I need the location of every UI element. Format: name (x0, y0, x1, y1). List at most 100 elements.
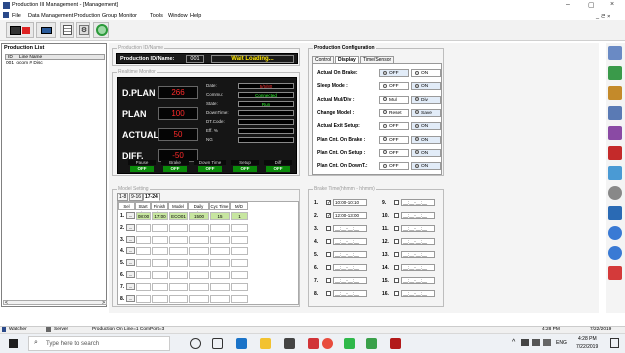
radio-icon[interactable] (383, 70, 387, 75)
horizontal-scrollbar[interactable]: < > (3, 300, 107, 306)
model-cell-md[interactable] (231, 223, 248, 232)
radio-icon[interactable] (383, 123, 387, 128)
model-cell-start[interactable]: 08:00 (136, 212, 151, 220)
model-cell-daily[interactable] (189, 294, 209, 303)
model-cell-cyc[interactable] (210, 294, 230, 303)
tray-volume-icon[interactable] (543, 339, 551, 346)
brake-time-field[interactable]: __:__-__:__ (333, 251, 367, 258)
radio-icon[interactable] (383, 97, 387, 102)
search-box[interactable]: ⌕ Type here to search (28, 336, 170, 351)
model-cell-model[interactable]: ECO01 (169, 212, 188, 220)
radio-icon[interactable] (415, 70, 419, 75)
edge-icon[interactable] (236, 338, 247, 349)
model-cell-finish[interactable] (152, 259, 168, 268)
radio-icon[interactable] (415, 137, 419, 141)
play-icon[interactable] (608, 226, 622, 240)
config-option-left[interactable]: OFF (379, 69, 409, 77)
list-tool-button[interactable] (60, 22, 74, 38)
plan-icon[interactable] (608, 86, 622, 100)
model-cell-finish[interactable] (152, 282, 168, 291)
menu-file[interactable]: File (12, 13, 21, 19)
brake-time-field[interactable]: __:__-__:__ (401, 290, 435, 297)
brake-time-field[interactable]: __:__-__:__ (401, 199, 435, 206)
menu-window[interactable]: Window (168, 13, 188, 19)
brake-time-field[interactable]: __:__-__:__ (401, 251, 435, 258)
config-option-right[interactable]: ON (411, 122, 441, 131)
model-row-select-button[interactable]: ... (126, 247, 135, 255)
model-cell-md[interactable] (231, 294, 248, 303)
model-cell-md[interactable] (231, 259, 248, 268)
radio-icon[interactable] (415, 150, 419, 155)
model-row-select-button[interactable]: ... (126, 235, 135, 243)
report-icon[interactable] (608, 46, 622, 60)
radio-icon[interactable] (383, 83, 387, 88)
chart-icon[interactable] (608, 126, 622, 140)
chrome-icon[interactable] (322, 338, 333, 349)
model-cell-cyc[interactable] (210, 235, 230, 244)
tray-chevron-icon[interactable]: ^ (512, 339, 515, 346)
config-option-right[interactable]: ON (411, 135, 441, 144)
model-row-select-button[interactable]: ... (126, 259, 135, 267)
model-tab-17-24[interactable]: 17-24 (143, 193, 160, 201)
model-cell-finish[interactable] (152, 247, 168, 256)
windows-start-icon[interactable] (9, 339, 18, 348)
model-cell-start[interactable] (136, 259, 151, 268)
brake-checkbox[interactable] (326, 265, 331, 270)
model-cell-daily[interactable]: 1500 (189, 212, 209, 220)
brake-time-field[interactable]: __:__-__:__ (401, 225, 435, 232)
brake-checkbox[interactable] (326, 278, 331, 283)
file-explorer-icon[interactable] (260, 338, 271, 349)
model-row-select-button[interactable]: ... (126, 271, 135, 278)
brake-checkbox[interactable] (326, 239, 331, 244)
alert-icon[interactable] (608, 146, 622, 160)
mail-icon[interactable] (308, 338, 319, 349)
brake-checkbox[interactable] (394, 252, 399, 257)
minimize-button[interactable]: – (566, 1, 570, 8)
record-icon[interactable] (608, 266, 622, 280)
model-cell-cyc[interactable] (210, 282, 230, 291)
model-cell-model[interactable] (169, 247, 188, 256)
brake-checkbox[interactable] (394, 291, 399, 296)
model-cell-md[interactable]: 1 (231, 212, 248, 220)
notification-icon[interactable] (610, 338, 619, 348)
config-option-right[interactable]: ON (411, 162, 441, 171)
brake-time-field[interactable]: __:__-__:__ (401, 277, 435, 284)
config-option-right[interactable]: Div (411, 95, 441, 104)
config-option-left[interactable]: Reset (379, 108, 409, 117)
model-cell-model[interactable] (169, 235, 188, 244)
model-row-select-button[interactable]: ... (126, 294, 135, 302)
model-cell-start[interactable] (136, 235, 151, 244)
brake-checkbox[interactable] (394, 200, 399, 205)
brake-checkbox[interactable] (326, 252, 331, 257)
user-icon[interactable] (608, 206, 622, 220)
model-cell-finish[interactable] (152, 294, 168, 303)
menu-help[interactable]: Help (190, 13, 201, 19)
model-row-select-button[interactable]: ... (126, 212, 135, 219)
app-green-icon[interactable] (366, 338, 377, 349)
radio-icon[interactable] (383, 163, 387, 168)
tools-tool-button[interactable]: ⚙ (76, 22, 90, 38)
model-row-select-button[interactable]: ... (126, 223, 135, 231)
radio-icon[interactable] (383, 110, 387, 115)
model-cell-md[interactable] (231, 271, 248, 279)
config-option-left[interactable]: Mul (379, 95, 409, 104)
taskbar-date[interactable]: 7/22/2019 (576, 344, 598, 350)
tray-network-icon[interactable] (521, 339, 529, 346)
model-cell-cyc[interactable]: 15 (210, 212, 230, 220)
model-cell-md[interactable] (231, 282, 248, 291)
brake-checkbox[interactable] (326, 200, 331, 205)
brake-time-field[interactable]: __:__-__:__ (333, 264, 367, 271)
model-cell-cyc[interactable] (210, 271, 230, 279)
config-option-right[interactable]: ON (411, 82, 441, 91)
screen-icon[interactable] (608, 166, 622, 180)
model-cell-model[interactable] (169, 294, 188, 303)
config-option-right[interactable]: Save (411, 108, 441, 117)
model-cell-finish[interactable] (152, 235, 168, 244)
model-cell-daily[interactable] (189, 247, 209, 256)
tray-battery-icon[interactable] (532, 339, 540, 346)
brake-time-field[interactable]: __:__-__:__ (333, 277, 367, 284)
brake-time-field[interactable]: __:__-__:__ (401, 212, 435, 219)
radio-icon[interactable] (383, 150, 387, 155)
list-item[interactable]: 001 ocom # Disc (6, 61, 104, 66)
model-cell-daily[interactable] (189, 282, 209, 291)
